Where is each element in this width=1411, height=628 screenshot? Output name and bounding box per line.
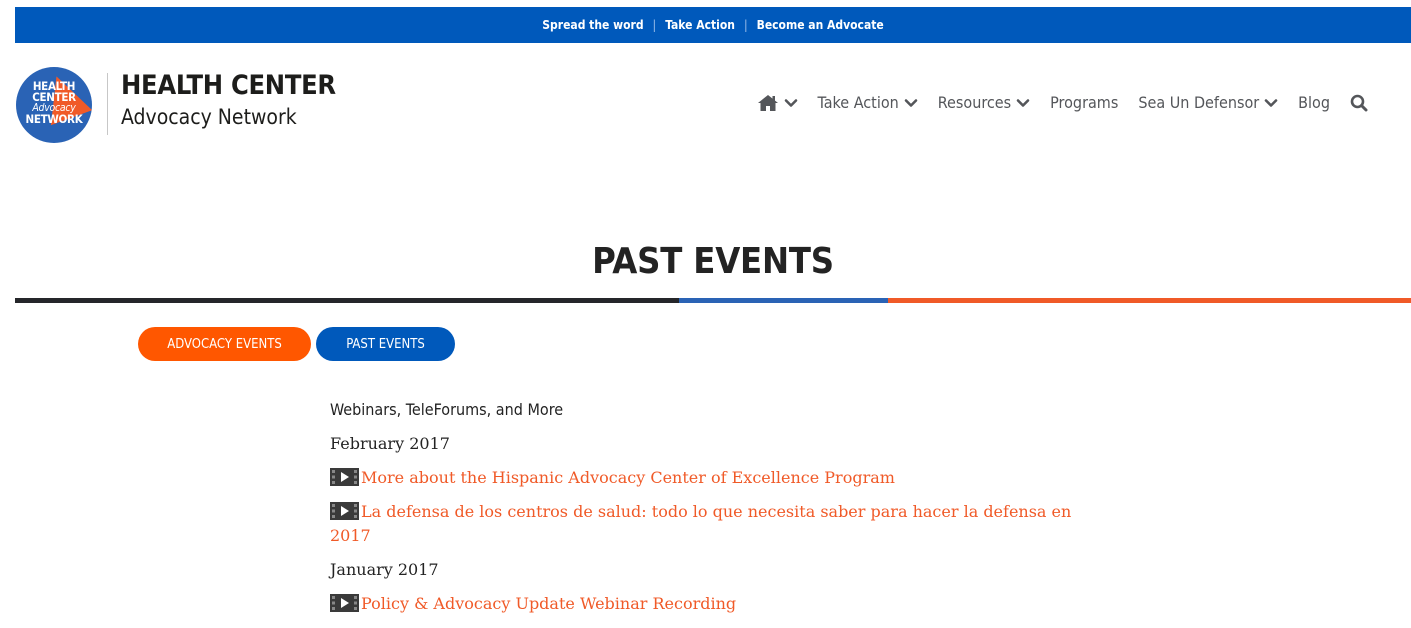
past-events-button[interactable]: PAST EVENTS (316, 327, 455, 361)
spread-the-word-link[interactable]: Spread the word (542, 18, 643, 32)
chevron-down-icon (1016, 98, 1030, 107)
nav-item-label: Programs (1050, 93, 1119, 112)
nav-item-take-action[interactable]: Take Action (818, 93, 918, 112)
section-heading: Webinars, TeleForums, and More (330, 400, 564, 419)
logo-badge[interactable]: HEALTH CENTER Advocacy NETWORK (16, 67, 92, 143)
nav-item-label: Sea Un Defensor (1138, 93, 1260, 112)
site-header: HEALTH CENTER Advocacy NETWORK HEALTH CE… (15, 43, 1411, 173)
advocacy-events-button[interactable]: ADVOCACY EVENTS (138, 327, 311, 361)
title-rule-blue (679, 298, 888, 303)
separator: | (743, 18, 748, 32)
top-utility-bar: Spread the word | Take Action | Become a… (15, 7, 1411, 43)
home-icon (757, 94, 778, 111)
page-title: PAST EVENTS (592, 241, 834, 282)
become-an-advocate-link[interactable]: Become an Advocate (757, 18, 884, 32)
video-icon (330, 502, 359, 520)
nav-item-label: Blog (1298, 93, 1330, 112)
event-link[interactable]: More about the Hispanic Advocacy Center … (361, 468, 895, 487)
event-link[interactable]: La defensa de los centros de salud: todo… (330, 502, 1071, 545)
separator: | (652, 18, 657, 32)
nav-item-sea-un-defensor[interactable]: Sea Un Defensor (1138, 93, 1278, 112)
list-item: Policy & Advocacy Update Webinar Recordi… (330, 592, 1090, 616)
list-item: More about the Hispanic Advocacy Center … (330, 466, 1090, 490)
main-nav: Take Action Resources Programs Sea Un De… (757, 93, 1368, 112)
chevron-down-icon (1264, 98, 1278, 107)
nav-item-label: Resources (937, 93, 1012, 112)
take-action-link[interactable]: Take Action (665, 18, 735, 32)
nav-item-blog[interactable]: Blog (1298, 93, 1330, 112)
video-icon (330, 468, 359, 486)
video-icon (330, 594, 359, 612)
event-link[interactable]: Policy & Advocacy Update Webinar Recordi… (361, 594, 736, 613)
chevron-down-icon (904, 98, 918, 107)
nav-item-programs[interactable]: Programs (1050, 93, 1118, 112)
list-item: La defensa de los centros de salud: todo… (330, 500, 1090, 548)
logo-divider (107, 73, 108, 135)
logo-subtitle[interactable]: Advocacy Network (121, 105, 297, 129)
nav-item-home[interactable] (757, 94, 798, 112)
chevron-down-icon (784, 98, 797, 107)
nav-item-resources[interactable]: Resources (938, 93, 1030, 112)
search-icon[interactable] (1350, 94, 1368, 112)
title-rule-dark (15, 298, 679, 303)
logo-title[interactable]: HEALTH CENTER (121, 71, 336, 101)
month-label: February 2017 (330, 434, 450, 453)
title-rule-orange (888, 298, 1411, 303)
month-label: January 2017 (330, 560, 439, 579)
logo-badge-text: HEALTH CENTER Advocacy NETWORK (25, 79, 83, 126)
nav-item-label: Take Action (817, 93, 899, 112)
events-content: Webinars, TeleForums, and More February … (330, 398, 1090, 626)
